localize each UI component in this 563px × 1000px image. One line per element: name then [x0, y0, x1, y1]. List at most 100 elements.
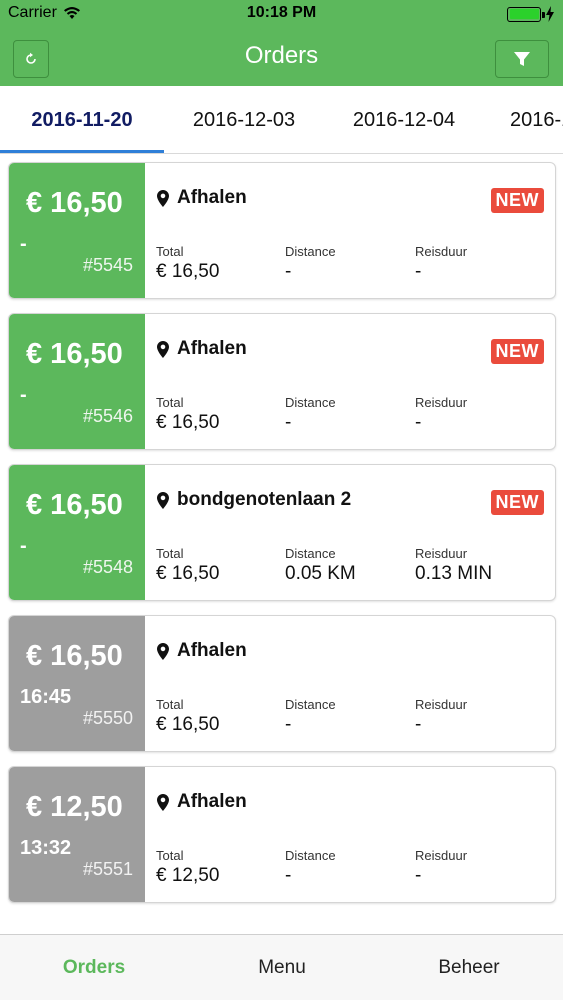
- distance-column: Distance -: [285, 244, 336, 283]
- distance-value: -: [285, 412, 292, 433]
- status-right: [507, 6, 555, 22]
- new-badge: NEW: [490, 490, 544, 515]
- duration-value: -: [415, 865, 422, 886]
- order-location: Afhalen: [157, 640, 247, 662]
- order-card[interactable]: € 12,50 13:32 #5551 Afhalen Total € 12,5…: [8, 766, 556, 903]
- distance-label: Distance: [285, 848, 336, 863]
- location-pin-icon: [157, 491, 169, 509]
- order-number: #5550: [82, 708, 133, 728]
- duration-value: -: [415, 412, 422, 433]
- duration-label: Reisduur: [415, 697, 468, 712]
- page-title: Orders: [244, 42, 319, 69]
- location-pin-icon: [157, 189, 169, 207]
- distance-label: Distance: [285, 697, 336, 712]
- distance-column: Distance -: [285, 848, 336, 887]
- total-value: € 16,50: [156, 261, 220, 282]
- order-summary: € 16,50 - #5546: [9, 314, 145, 449]
- order-number: #5551: [82, 859, 133, 879]
- charging-icon: [546, 6, 554, 22]
- duration-label: Reisduur: [415, 848, 468, 863]
- duration-label: Reisduur: [415, 546, 468, 561]
- order-price: € 16,50: [26, 640, 123, 672]
- status-bar: Carrier 10:18 PM: [0, 0, 563, 28]
- order-price: € 12,50: [26, 791, 123, 823]
- duration-column: Reisduur -: [415, 395, 467, 434]
- total-value: € 16,50: [156, 412, 220, 433]
- distance-label: Distance: [285, 395, 336, 410]
- duration-label: Reisduur: [415, 244, 468, 259]
- order-summary: € 16,50 - #5545: [9, 163, 145, 298]
- duration-label: Reisduur: [415, 395, 468, 410]
- order-time: -: [20, 384, 27, 406]
- duration-value: -: [415, 714, 422, 735]
- order-time: -: [20, 535, 27, 557]
- bottom-tab-menu[interactable]: Menu: [188, 935, 376, 1000]
- total-value: € 16,50: [156, 714, 220, 735]
- date-tabs: 2016-11-20 2016-12-03 2016-12-04 2016-12…: [0, 86, 563, 154]
- distance-column: Distance 0.05 KM: [285, 546, 356, 585]
- order-location-text: Afhalen: [177, 791, 247, 812]
- total-label: Total: [156, 395, 184, 410]
- order-card[interactable]: € 16,50 - #5545 Afhalen NEW Total € 16,5…: [8, 162, 556, 299]
- total-label: Total: [156, 546, 184, 561]
- filter-button[interactable]: [495, 40, 549, 78]
- order-details: Afhalen NEW Total € 16,50 Distance - Rei…: [145, 163, 555, 298]
- order-details: bondgenotenlaan 2 NEW Total € 16,50 Dist…: [145, 465, 555, 600]
- duration-value: -: [415, 261, 422, 282]
- order-location-text: Afhalen: [177, 338, 247, 359]
- order-summary: € 16,50 - #5548: [9, 465, 145, 600]
- nav-bar: Orders: [0, 28, 563, 86]
- battery-icon: [507, 6, 545, 22]
- location-pin-icon: [157, 793, 169, 811]
- total-column: Total € 16,50: [156, 395, 219, 434]
- distance-value: -: [285, 865, 292, 886]
- order-summary: € 12,50 13:32 #5551: [9, 767, 145, 902]
- new-badge: NEW: [490, 188, 544, 213]
- total-column: Total € 16,50: [156, 244, 219, 283]
- tab-2016-12-03[interactable]: 2016-12-03: [162, 86, 326, 153]
- duration-value: 0.13 MIN: [415, 563, 493, 584]
- total-column: Total € 12,50: [156, 848, 219, 887]
- order-location: Afhalen: [157, 187, 247, 209]
- distance-label: Distance: [285, 546, 336, 561]
- tab-2016-11-20[interactable]: 2016-11-20: [0, 86, 164, 153]
- total-column: Total € 16,50: [156, 546, 219, 585]
- distance-value: -: [285, 714, 292, 735]
- location-pin-icon: [157, 642, 169, 660]
- distance-label: Distance: [285, 244, 336, 259]
- order-location-text: Afhalen: [177, 187, 247, 208]
- total-value: € 12,50: [156, 865, 220, 886]
- total-label: Total: [156, 244, 184, 259]
- orders-list: € 16,50 - #5545 Afhalen NEW Total € 16,5…: [8, 162, 556, 917]
- filter-icon: [514, 52, 530, 66]
- order-price: € 16,50: [26, 187, 123, 219]
- order-details: Afhalen NEW Total € 16,50 Distance - Rei…: [145, 314, 555, 449]
- order-location-text: bondgenotenlaan 2: [177, 489, 352, 510]
- active-tab-indicator: [0, 150, 164, 153]
- order-number: #5545: [82, 255, 133, 275]
- order-time: -: [20, 233, 27, 255]
- order-card[interactable]: € 16,50 16:45 #5550 Afhalen Total € 16,5…: [8, 615, 556, 752]
- distance-column: Distance -: [285, 395, 336, 434]
- order-price: € 16,50: [26, 338, 123, 370]
- status-time: 10:18 PM: [246, 4, 317, 21]
- location-pin-icon: [157, 340, 169, 358]
- total-value: € 16,50: [156, 563, 220, 584]
- order-location: Afhalen: [157, 338, 247, 360]
- distance-value: -: [285, 261, 292, 282]
- order-card[interactable]: € 16,50 - #5548 bondgenotenlaan 2 NEW To…: [8, 464, 556, 601]
- order-time: 16:45: [20, 686, 72, 708]
- bottom-tab-orders[interactable]: Orders: [0, 935, 188, 1000]
- tab-2016-12-05[interactable]: 2016-12-05: [480, 86, 563, 153]
- order-location: Afhalen: [157, 791, 247, 813]
- order-summary: € 16,50 16:45 #5550: [9, 616, 145, 751]
- order-location-text: Afhalen: [177, 640, 247, 661]
- order-time: 13:32: [20, 837, 72, 859]
- distance-value: 0.05 KM: [285, 563, 356, 584]
- tab-2016-12-04[interactable]: 2016-12-04: [322, 86, 486, 153]
- bottom-tab-beheer[interactable]: Beheer: [375, 935, 563, 1000]
- order-price: € 16,50: [26, 489, 123, 521]
- order-number: #5548: [82, 557, 133, 577]
- order-card[interactable]: € 16,50 - #5546 Afhalen NEW Total € 16,5…: [8, 313, 556, 450]
- total-label: Total: [156, 697, 184, 712]
